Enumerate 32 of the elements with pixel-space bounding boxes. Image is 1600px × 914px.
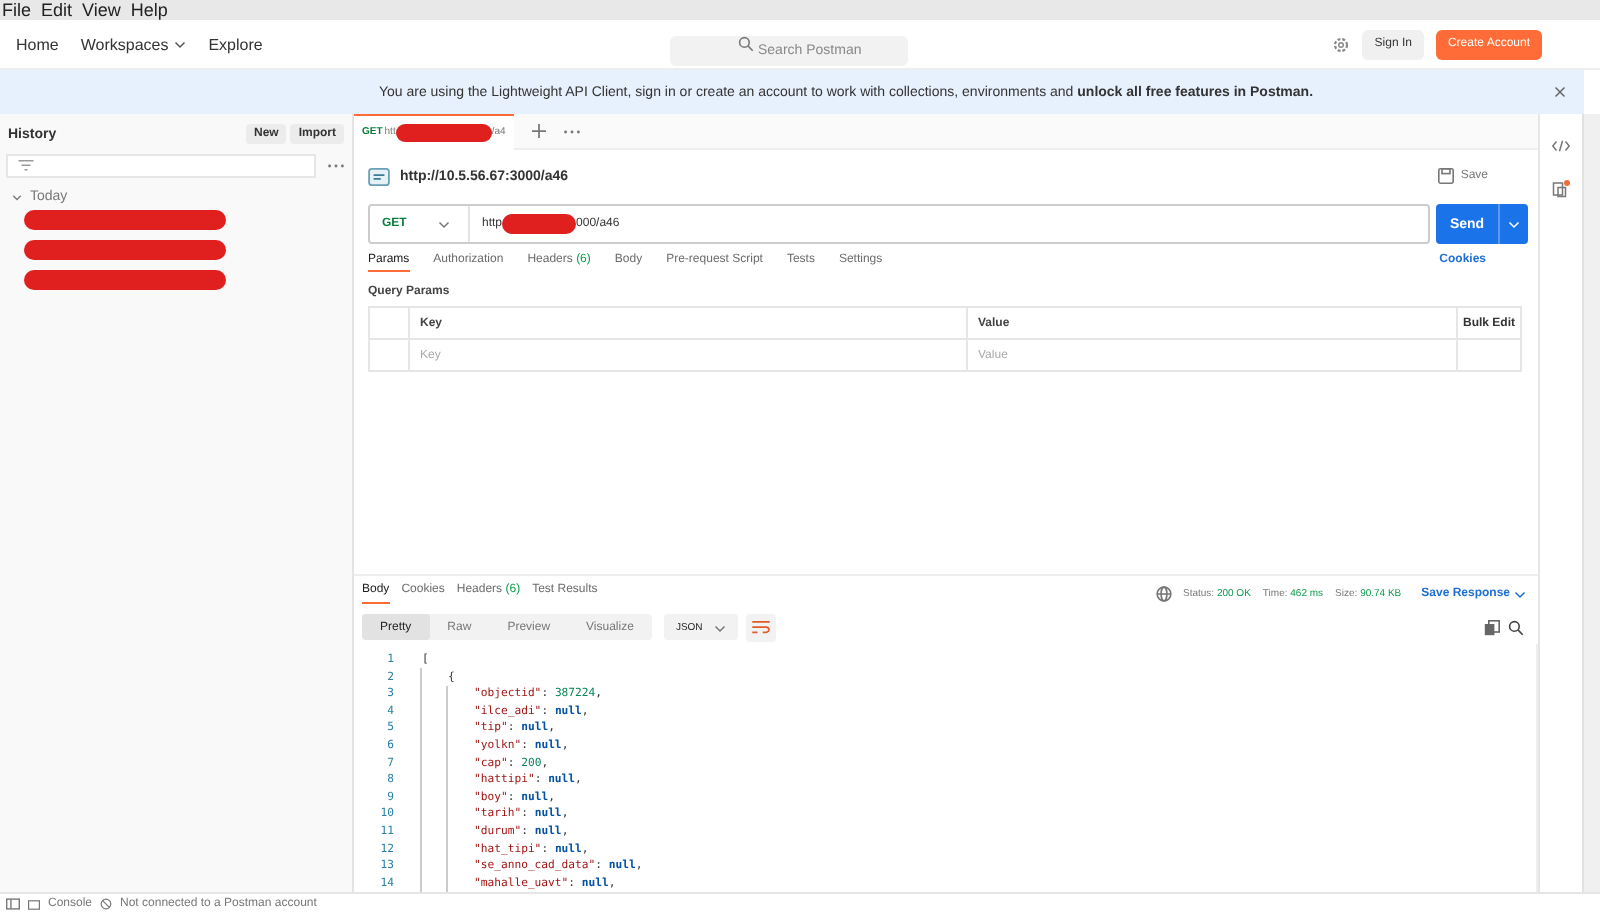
- wrap-icon: [752, 620, 771, 635]
- wrap-lines-button[interactable]: [746, 613, 777, 642]
- caret-icon: [174, 38, 187, 50]
- info-panel-icon[interactable]: [1552, 180, 1570, 198]
- menu-item[interactable]: View: [82, 0, 121, 20]
- sidebar-toggle-icon[interactable]: [6, 898, 20, 910]
- menu-item[interactable]: File: [2, 0, 32, 20]
- plus-icon[interactable]: [531, 124, 546, 138]
- nav-link[interactable]: Workspaces: [80, 35, 187, 53]
- search-icon: [738, 36, 754, 52]
- code-icon[interactable]: [1552, 140, 1570, 152]
- nav-link[interactable]: Home: [16, 35, 59, 53]
- caret-icon: [1514, 588, 1526, 601]
- settings-icon[interactable]: [1332, 35, 1351, 53]
- close-icon[interactable]: [1554, 86, 1566, 98]
- search-icon[interactable]: [1508, 619, 1524, 636]
- caret-icon: [714, 621, 727, 634]
- console-icon[interactable]: [28, 899, 40, 909]
- menu-item[interactable]: Edit: [41, 0, 73, 20]
- offline-icon: [100, 898, 113, 910]
- nav-link[interactable]: Explore: [208, 35, 263, 53]
- scrollbar[interactable]: [1582, 114, 1600, 892]
- request-icon: [368, 167, 390, 185]
- chevron-icon[interactable]: [12, 192, 22, 202]
- caret-icon: [1508, 218, 1520, 230]
- save-icon: [1438, 168, 1455, 184]
- filter-field[interactable]: [6, 154, 316, 178]
- globe-icon[interactable]: [1155, 586, 1171, 603]
- copy-icon[interactable]: [1484, 619, 1500, 636]
- send-options-button[interactable]: [1498, 204, 1528, 244]
- filter-icon: [18, 160, 34, 172]
- menu-item[interactable]: Help: [130, 0, 168, 20]
